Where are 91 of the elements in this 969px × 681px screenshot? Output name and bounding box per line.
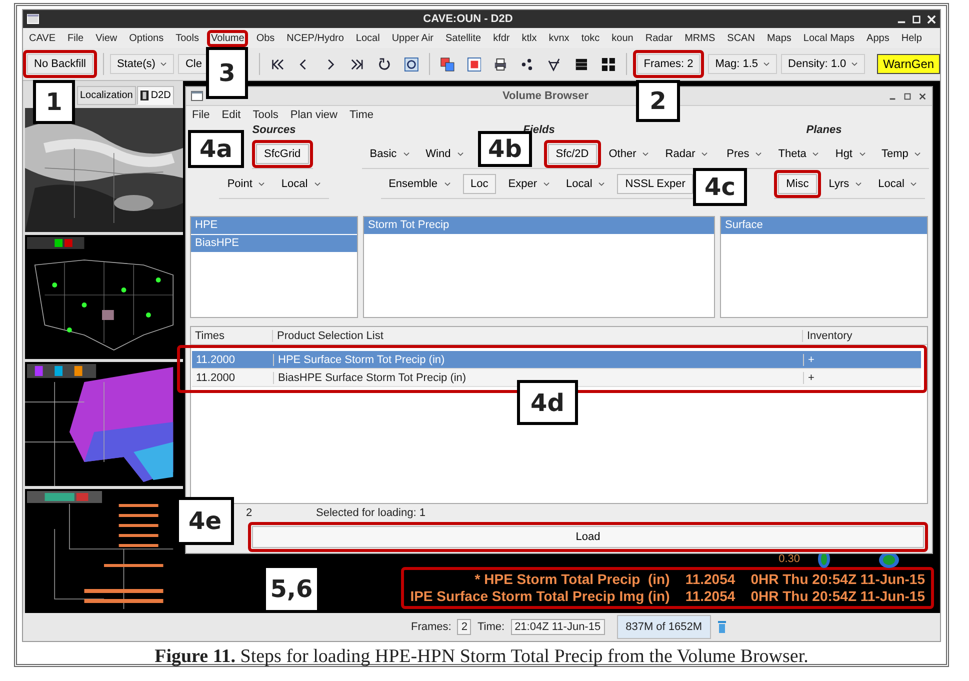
menu-dropdown[interactable]: Basic xyxy=(366,144,414,164)
menu-item[interactable]: Help xyxy=(901,32,922,44)
magnification-dropdown[interactable]: Mag: 1.5 xyxy=(708,54,778,74)
section-heading: Planes xyxy=(806,124,842,138)
frames-field: 2 xyxy=(457,619,472,635)
menu-item[interactable]: Tools xyxy=(252,108,278,120)
menu-dropdown[interactable]: Local xyxy=(562,174,610,194)
density-dropdown[interactable]: Density: 1.0 xyxy=(781,54,866,74)
menu-item[interactable]: Satellite xyxy=(446,32,482,44)
available-count: 2 xyxy=(246,507,254,519)
time-field: 21:04Z 11-Jun-15 xyxy=(510,619,605,635)
table-cell: HPE Surface Storm Tot Precip (in) xyxy=(274,354,804,366)
menu-dropdown[interactable]: Other xyxy=(604,144,654,164)
product-row[interactable]: 11.2000 BiasHPE Surface Storm Tot Precip (in) + xyxy=(192,369,921,387)
clear-button[interactable]: Cle xyxy=(178,54,209,74)
menu-item[interactable]: Upper Air xyxy=(392,32,434,44)
menu-dropdown[interactable]: Local xyxy=(277,174,325,194)
menu-item[interactable]: tokc xyxy=(581,32,600,44)
menu-item[interactable]: File xyxy=(192,108,210,120)
menu-button[interactable]: Loc xyxy=(462,174,496,194)
menu-item[interactable]: CAVE xyxy=(29,32,56,44)
perspective-tab[interactable]: Localization xyxy=(77,86,136,105)
load-button[interactable]: Load xyxy=(252,526,924,548)
step-label: 2 xyxy=(636,80,680,122)
menu-button[interactable]: Sfc/2D xyxy=(548,144,597,164)
menu-dropdown[interactable]: Ensemble xyxy=(384,174,454,194)
column-header: Product Selection List xyxy=(273,330,803,342)
table-cell-text: + xyxy=(807,372,816,384)
menu-button[interactable]: NSSL Exper xyxy=(617,174,694,194)
menu-item[interactable]: koun xyxy=(612,32,634,44)
menu-item[interactable]: Volume xyxy=(210,32,244,44)
menu-dropdown[interactable]: Radar xyxy=(661,144,712,164)
step-label: 4a xyxy=(188,130,244,168)
menu-dropdown[interactable]: Local xyxy=(874,174,922,194)
state-dropdown[interactable]: State(s) xyxy=(110,54,174,74)
frames-dropdown[interactable]: Frames: 2 xyxy=(636,54,700,74)
step-label: 4c xyxy=(693,168,747,206)
menu-item[interactable]: Options xyxy=(129,32,164,44)
selected-count: Selected for loading: 1 xyxy=(316,507,426,519)
menu-dropdown[interactable]: Pres xyxy=(722,144,766,164)
table-cell: 11.2000 xyxy=(192,354,274,366)
menu-item[interactable]: ktlx xyxy=(522,32,537,44)
menu-item[interactable]: Time xyxy=(349,108,374,120)
step-label: 3 xyxy=(206,47,248,99)
menu-item[interactable]: Local Maps xyxy=(803,32,855,44)
menu-item[interactable]: SCAN xyxy=(727,32,755,44)
memory-indicator: 837M of 1652M xyxy=(616,615,712,639)
menu-button[interactable]: Misc xyxy=(778,174,817,194)
legend-line: IPE Surface Storm Total Precip Img (in) 11.2054 0HR Thu 20:54Z 11-Jun-15 xyxy=(410,588,925,605)
menu-dropdown[interactable]: Exper xyxy=(504,174,554,194)
contour-label: 0.30 xyxy=(778,553,800,565)
legend-line: * HPE Storm Total Precip (in) 11.2054 0HR Thu 20:54Z 11-Jun-15 xyxy=(474,571,925,588)
time-label: Time: xyxy=(477,621,505,633)
table-cell: 11.2000 xyxy=(192,372,274,384)
section-heading: Sources xyxy=(252,124,296,138)
menu-item[interactable]: File xyxy=(68,32,84,44)
menu-dropdown[interactable]: Lyrs xyxy=(824,174,866,194)
menu-dropdown[interactable]: Theta xyxy=(774,144,824,164)
menu-item[interactable]: Apps xyxy=(866,32,890,44)
column-header: Inventory xyxy=(806,330,854,342)
menu-dropdown[interactable]: Hgt xyxy=(831,144,870,164)
menu-dropdown[interactable]: Wind xyxy=(422,144,468,164)
backfill-button[interactable]: No Backfill xyxy=(27,54,93,74)
menu-item[interactable]: View xyxy=(96,32,118,44)
window-title: Volume Browser xyxy=(502,90,588,102)
perspective-tab[interactable]: D2D xyxy=(136,86,174,105)
table-cell-text: + xyxy=(807,354,816,366)
menu-item[interactable]: NCEP/Hydro xyxy=(286,32,344,44)
menu-item[interactable]: MRMS xyxy=(684,32,716,44)
frames-label: Frames: xyxy=(411,621,452,633)
menu-item[interactable]: Local xyxy=(356,32,380,44)
menu-item[interactable]: kfdr xyxy=(493,32,510,44)
window-title: CAVE:OUN - D2D xyxy=(422,13,514,25)
menu-item[interactable]: Radar xyxy=(645,32,673,44)
menu-item[interactable]: Edit xyxy=(222,108,241,120)
menu-item[interactable]: Obs xyxy=(256,32,275,44)
menu-item[interactable]: Plan view xyxy=(290,108,338,120)
step-label: 1 xyxy=(33,80,75,124)
step-label: 4d xyxy=(517,380,578,425)
menu-button[interactable]: SfcGrid xyxy=(256,144,309,164)
menu-item[interactable]: kvnx xyxy=(548,32,570,44)
menu-dropdown[interactable]: Temp xyxy=(878,144,926,164)
menu-item[interactable]: Maps xyxy=(766,32,792,44)
step-label: 4e xyxy=(176,497,234,545)
menu-item[interactable]: Tools xyxy=(176,32,199,44)
column-header: Times xyxy=(191,330,273,342)
warngen-button[interactable]: WarnGen xyxy=(877,54,940,74)
step-label: 4b xyxy=(478,131,532,167)
step-label: 5,6 xyxy=(263,565,320,613)
figure-caption: Figure 11. Steps for loading HPE-HPN Storm Total Precip from the Volume Browser. xyxy=(154,645,810,668)
menu-dropdown[interactable]: Point xyxy=(223,174,270,194)
